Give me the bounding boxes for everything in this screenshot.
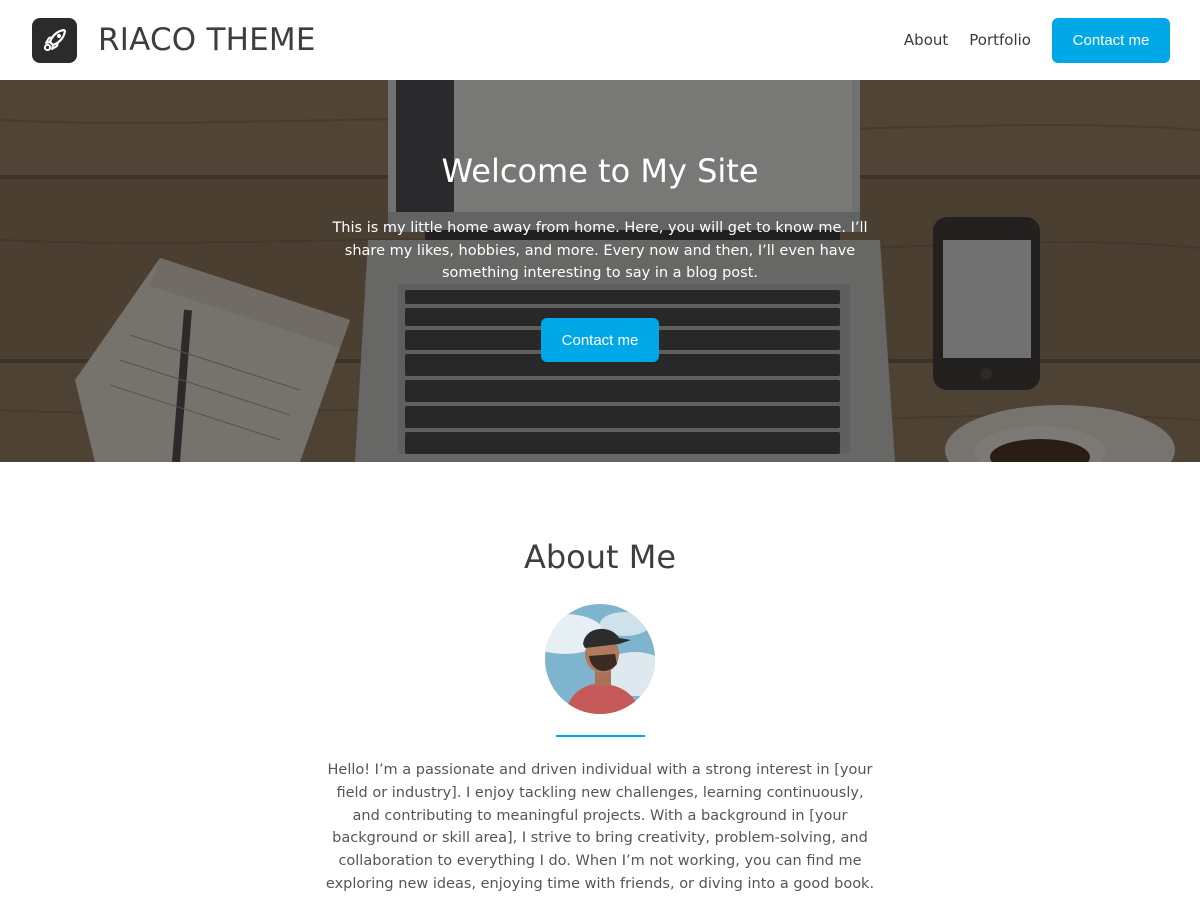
nav-item-about[interactable]: About	[904, 31, 948, 49]
avatar	[545, 604, 655, 714]
hero-section: Welcome to My Site This is my little hom…	[0, 80, 1200, 462]
rocket-icon[interactable]	[32, 17, 77, 63]
hero-description: This is my little home away from home. H…	[332, 220, 868, 281]
hero-contact-button[interactable]: Contact me	[541, 318, 659, 362]
about-title: About Me	[523, 538, 677, 576]
site-title[interactable]: RIACO THEME	[98, 22, 316, 58]
nav-item-portfolio[interactable]: Portfolio	[969, 31, 1031, 49]
header-contact-button[interactable]: Contact me	[1052, 17, 1170, 63]
about-divider	[556, 735, 645, 737]
brand[interactable]: RIACO THEME	[32, 17, 316, 63]
main-nav: About Portfolio Contact me	[904, 17, 1170, 63]
hero-content: Welcome to My Site This is my little hom…	[0, 80, 1200, 462]
about-description: Hello! I’m a passionate and driven indiv…	[325, 762, 875, 892]
site-header: RIACO THEME About Portfolio Contact me	[0, 0, 1200, 80]
hero-title: Welcome to My Site	[441, 152, 759, 190]
